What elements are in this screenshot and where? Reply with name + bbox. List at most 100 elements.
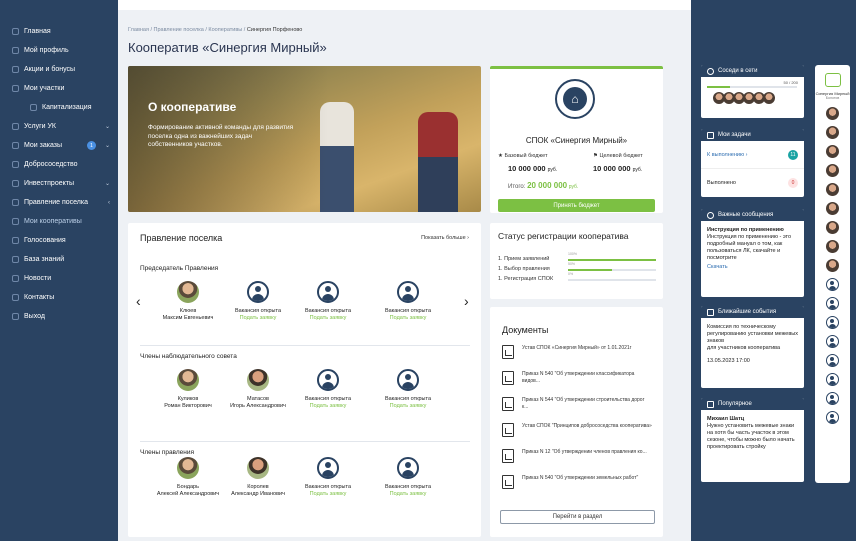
apply-link[interactable]: Подать заявку bbox=[373, 315, 443, 322]
member-name: Вакансия открыта bbox=[304, 308, 352, 314]
accept-budget-button[interactable]: Принять бюджет bbox=[498, 199, 655, 212]
tasks-card: Мои задачи К выполнению › 11 Выполнено 0 bbox=[701, 129, 804, 197]
user-placeholder-icon bbox=[397, 281, 419, 303]
apply-link[interactable]: Подать заявку bbox=[373, 403, 443, 410]
calendar-icon bbox=[707, 308, 714, 316]
board-member[interactable]: Вакансия открыта Подать заявку bbox=[293, 369, 363, 410]
sidebar-item-14[interactable]: Контакты bbox=[0, 288, 118, 307]
user-placeholder-icon[interactable] bbox=[826, 373, 839, 386]
sidebar-item-5[interactable]: Услуги УК ⌄ bbox=[0, 117, 118, 136]
menu-icon bbox=[12, 28, 19, 35]
board-member[interactable]: Вакансия открыта Подать заявку bbox=[373, 281, 443, 322]
sidebar-item-0[interactable]: Главная bbox=[0, 22, 118, 41]
sidebar-item-10[interactable]: Мои кооперативы bbox=[0, 212, 118, 231]
apply-link[interactable]: Подать заявку bbox=[223, 315, 293, 322]
user-placeholder-icon[interactable] bbox=[826, 411, 839, 424]
document-item[interactable]: Приказ N 540 "Об утверждении земельных р… bbox=[502, 475, 652, 489]
document-item[interactable]: Приказ N 544 "Об утверждении строительст… bbox=[502, 397, 652, 411]
documents-title: Документы bbox=[502, 325, 549, 335]
prev-arrow-icon[interactable]: ‹ bbox=[136, 293, 141, 309]
user-placeholder-icon[interactable] bbox=[826, 297, 839, 310]
sidebar-item-2[interactable]: Акции и бонусы bbox=[0, 60, 118, 79]
board-member: Бондарь Алексей Александрович bbox=[153, 457, 223, 498]
apply-link[interactable]: Подать заявку bbox=[293, 403, 363, 410]
sidebar-item-15[interactable]: Выход bbox=[0, 307, 118, 326]
document-title: Приказ N 540 "Об утверждении земельных р… bbox=[522, 475, 639, 481]
sidebar-item-label: Правление поселка bbox=[24, 199, 89, 206]
document-item[interactable]: Приказ N 540 "Об утверждении классификат… bbox=[502, 371, 652, 385]
board-member[interactable]: Вакансия открыта Подать заявку bbox=[373, 457, 443, 498]
sidebar-item-6[interactable]: Мои заказы 1 ⌄ bbox=[0, 136, 118, 155]
board-member[interactable]: Вакансия открыта Подать заявку bbox=[223, 281, 293, 322]
user-placeholder-icon[interactable] bbox=[826, 316, 839, 329]
user-placeholder-icon[interactable] bbox=[826, 392, 839, 405]
chat-avatar[interactable] bbox=[826, 259, 839, 272]
board-member: Клюев Максим Евгеньевич bbox=[153, 281, 223, 322]
sidebar-item-label: Мои кооперативы bbox=[24, 218, 82, 225]
main-content: Главная / Правление поселка / Кооператив… bbox=[118, 10, 691, 541]
user-placeholder-icon bbox=[247, 281, 269, 303]
next-arrow-icon[interactable]: › bbox=[464, 293, 469, 309]
sidebar-item-11[interactable]: Голосования bbox=[0, 231, 118, 250]
chat-avatar[interactable] bbox=[826, 221, 839, 234]
board-member[interactable]: Вакансия открыта Подать заявку bbox=[293, 457, 363, 498]
sidebar-item-7[interactable]: Добрососедство bbox=[0, 155, 118, 174]
go-to-section-button[interactable]: Перейти в раздел bbox=[500, 510, 655, 524]
house-icon: ⌂ bbox=[555, 79, 595, 119]
breadcrumb-home[interactable]: Главная bbox=[128, 27, 149, 33]
board-member[interactable]: Вакансия открыта Подать заявку bbox=[373, 369, 443, 410]
status-label: 1. Прием заявлений bbox=[498, 256, 550, 262]
chat-avatar[interactable] bbox=[826, 145, 839, 158]
user-placeholder-icon[interactable] bbox=[826, 278, 839, 291]
tasks-header: Мои задачи bbox=[701, 129, 804, 142]
sidebar-item-label: Выход bbox=[24, 313, 45, 320]
menu-icon bbox=[12, 161, 19, 168]
sidebar-item-label: Мой профиль bbox=[24, 47, 69, 54]
pdf-file-icon bbox=[502, 371, 514, 385]
sidebar-item-12[interactable]: База знаний bbox=[0, 250, 118, 269]
sidebar-item-9[interactable]: Правление поселка ‹ bbox=[0, 193, 118, 212]
board-card: Правление поселка Показать больше › Пред… bbox=[128, 223, 481, 537]
user-placeholder-icon bbox=[317, 369, 339, 391]
download-link[interactable]: Скачать bbox=[707, 264, 798, 271]
neighbors-count: 50 / 200 bbox=[783, 80, 798, 85]
sidebar-item-1[interactable]: Мой профиль bbox=[0, 41, 118, 60]
document-item[interactable]: Устав СПОК "Принципов добрососедства коо… bbox=[502, 423, 652, 437]
show-more-link[interactable]: Показать больше › bbox=[421, 235, 469, 241]
chat-avatar[interactable] bbox=[826, 202, 839, 215]
chat-avatar[interactable] bbox=[826, 240, 839, 253]
chat-avatar[interactable] bbox=[826, 126, 839, 139]
apply-link[interactable]: Подать заявку bbox=[373, 491, 443, 498]
neighbors-avatars bbox=[713, 92, 775, 104]
chevron-icon: ⌄ bbox=[104, 124, 110, 130]
document-item[interactable]: Устав СПОК «Синергия Мирный» от 1.01.202… bbox=[502, 345, 652, 359]
board-member: Матасов Игорь Александрович bbox=[223, 369, 293, 410]
tasks-todo[interactable]: К выполнению › 11 bbox=[701, 142, 804, 169]
chat-icon[interactable] bbox=[824, 73, 841, 87]
member-name: Куликов Роман Викторович bbox=[164, 396, 212, 409]
user-placeholder-icon bbox=[397, 369, 419, 391]
document-item[interactable]: Приказ N 12 "Об утверждении членов правл… bbox=[502, 449, 652, 463]
sidebar-item-8[interactable]: Инвестпроекты ⌄ bbox=[0, 174, 118, 193]
status-label: 1. Регистрация СПОК bbox=[498, 276, 554, 282]
popular-author: Михаил Шатц bbox=[707, 416, 745, 422]
done-count: 0 bbox=[788, 177, 798, 188]
menu-icon bbox=[12, 123, 19, 130]
sidebar-item-3[interactable]: Мои участки bbox=[0, 79, 118, 98]
breadcrumb-board[interactable]: Правление поселка bbox=[154, 27, 204, 33]
apply-link[interactable]: Подать заявку bbox=[293, 315, 363, 322]
chat-avatar[interactable] bbox=[826, 107, 839, 120]
user-placeholder-icon[interactable] bbox=[826, 354, 839, 367]
divider bbox=[140, 345, 470, 346]
menu-icon bbox=[12, 66, 19, 73]
sidebar-item-13[interactable]: Новости bbox=[0, 269, 118, 288]
sidebar-item-label: Голосования bbox=[24, 237, 66, 244]
chat-avatar[interactable] bbox=[826, 183, 839, 196]
apply-link[interactable]: Подать заявку bbox=[293, 491, 363, 498]
tasks-done[interactable]: Выполнено 0 bbox=[701, 169, 804, 196]
breadcrumb-coops[interactable]: Кооперативы bbox=[208, 27, 242, 33]
board-member[interactable]: Вакансия открыта Подать заявку bbox=[293, 281, 363, 322]
user-placeholder-icon[interactable] bbox=[826, 335, 839, 348]
chat-avatar[interactable] bbox=[826, 164, 839, 177]
sidebar-item-4[interactable]: Капитализация bbox=[0, 98, 118, 117]
